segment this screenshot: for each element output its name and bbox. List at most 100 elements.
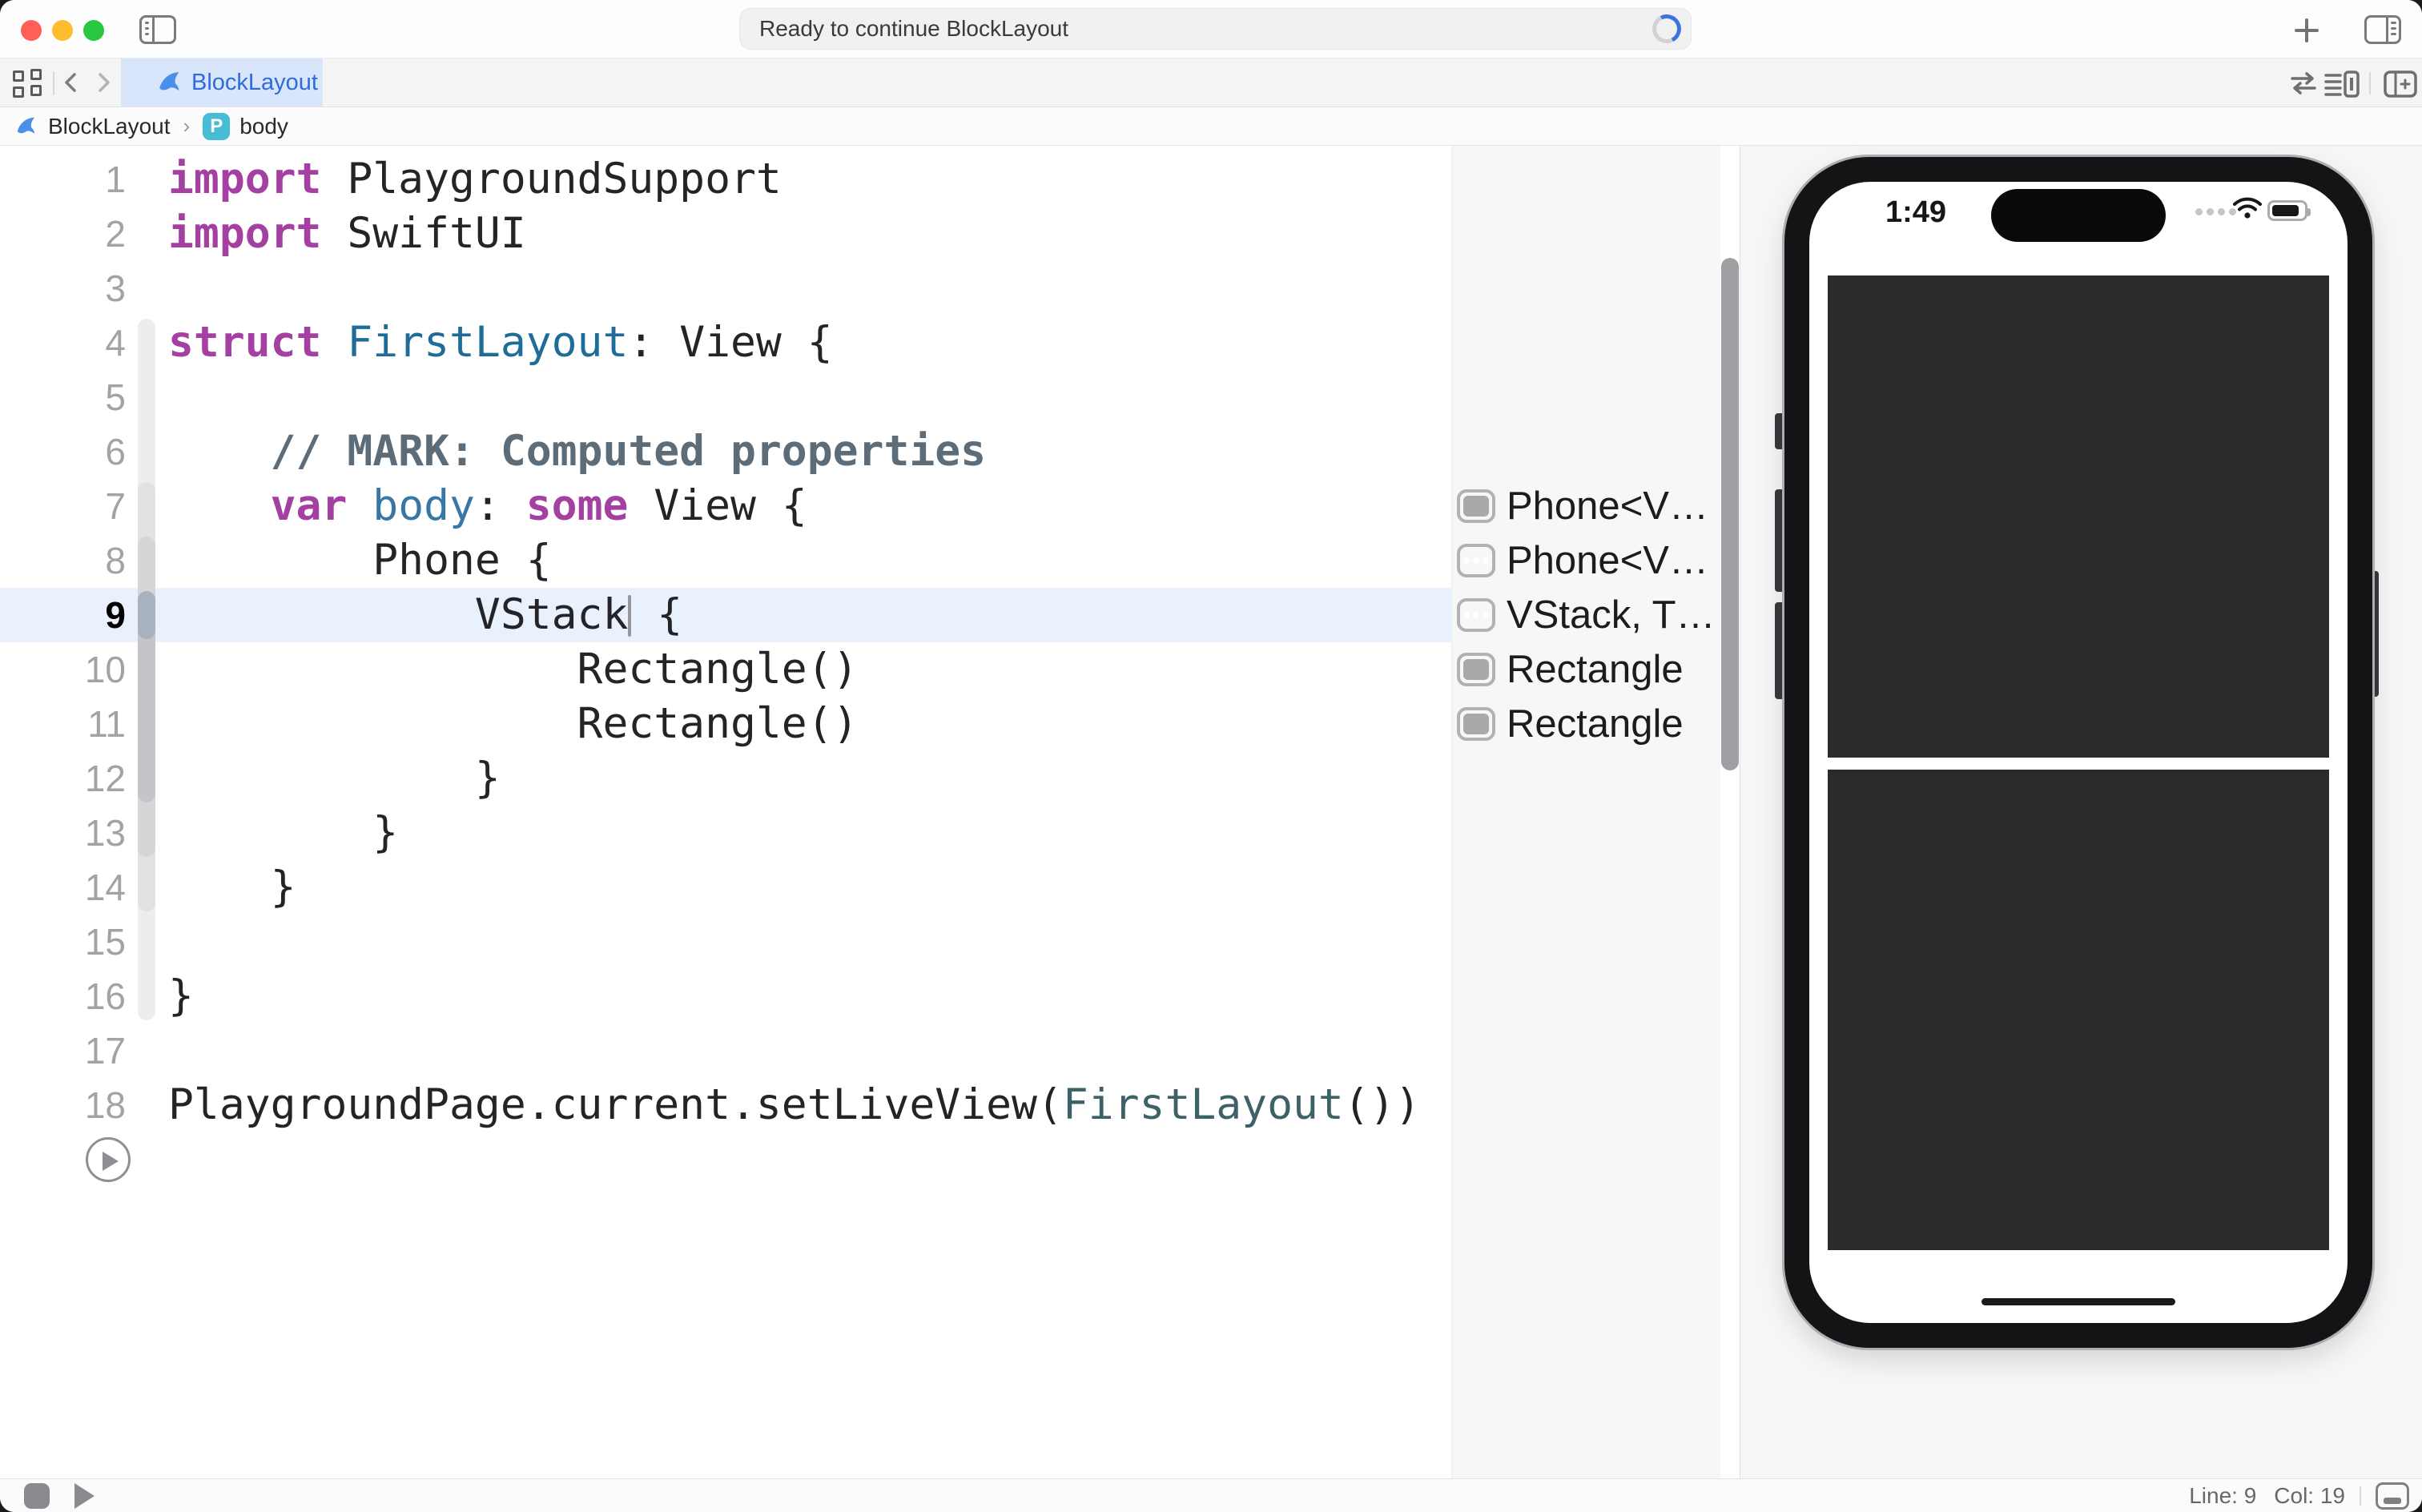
jump-bar: BlockLayout › P body — [0, 107, 2422, 146]
breadcrumb-file[interactable]: BlockLayout — [48, 114, 171, 139]
breadcrumb-separator: › — [183, 114, 191, 139]
iphone-frame: 1:49 — [1784, 157, 2372, 1348]
result-item[interactable]: Phone<V… — [1452, 479, 1720, 533]
minimize-window-button[interactable] — [52, 20, 73, 41]
run-button[interactable] — [72, 1482, 96, 1512]
rectangle-view-top — [1828, 275, 2329, 758]
code-line[interactable]: 4struct FirstLayout: View { — [0, 316, 1451, 370]
line-indicator: Line: 9 — [2189, 1483, 2256, 1509]
code-text: var body: some View { — [168, 479, 807, 533]
result-block-dots-icon — [1457, 544, 1495, 577]
property-badge: P — [203, 113, 230, 140]
show-all-playgrounds-icon[interactable] — [13, 69, 42, 98]
result-label: Phone<V… — [1507, 538, 1708, 583]
line-number: 6 — [0, 424, 126, 479]
code-text: // MARK: Computed properties — [168, 424, 986, 479]
code-line[interactable]: 10 Rectangle() — [0, 642, 1451, 697]
code-editor[interactable]: 1import PlaygroundSupport2import SwiftUI… — [0, 146, 1451, 1478]
code-text: PlaygroundPage.current.setLiveView(First… — [168, 1078, 1421, 1132]
live-view-panel: 1:49 — [1740, 146, 2422, 1478]
code-line[interactable]: 7 var body: some View { — [0, 479, 1451, 533]
home-indicator — [1981, 1298, 2175, 1305]
status-bar: Line: 9 Col: 19 — [0, 1478, 2422, 1512]
swift-file-icon — [14, 115, 38, 139]
code-line[interactable]: 2import SwiftUI — [0, 207, 1451, 261]
progress-spinner-icon — [1648, 10, 1684, 46]
rectangle-view-bottom — [1828, 770, 2329, 1250]
results-sidebar: Phone<V… Phone<V… VStack, T… Rectangle Recta… — [1451, 146, 1720, 1478]
code-line[interactable]: 5 — [0, 370, 1451, 424]
breadcrumb-symbol[interactable]: body — [239, 114, 288, 139]
tab-blocklayout[interactable]: BlockLayout — [121, 58, 323, 107]
result-item[interactable]: Phone<V… — [1452, 533, 1720, 588]
divider — [2360, 1486, 2361, 1506]
editor-scrollbar[interactable] — [1721, 258, 1739, 770]
editor-layout-icon[interactable] — [2324, 70, 2360, 102]
code-line[interactable]: 18PlaygroundPage.current.setLiveView(Fir… — [0, 1078, 1451, 1132]
tab-label: BlockLayout — [191, 70, 318, 96]
run-line-button[interactable] — [86, 1137, 131, 1182]
swap-editors-icon[interactable] — [2287, 70, 2319, 100]
code-line[interactable]: 3 — [0, 261, 1451, 316]
result-block-dots-icon — [1457, 598, 1495, 632]
code-text: Phone { — [168, 533, 552, 588]
line-number: 13 — [0, 806, 126, 860]
divider — [53, 71, 54, 95]
code-text: } — [168, 860, 296, 915]
code-line[interactable]: 12 } — [0, 751, 1451, 806]
line-number: 1 — [0, 152, 126, 207]
code-text: import SwiftUI — [168, 207, 526, 261]
line-number: 14 — [0, 860, 126, 915]
close-window-button[interactable] — [21, 20, 42, 41]
navigate-back-icon[interactable] — [61, 72, 82, 93]
line-number: 16 — [0, 969, 126, 1023]
line-number: 8 — [0, 533, 126, 588]
result-block-icon — [1457, 707, 1495, 741]
line-number: 5 — [0, 370, 126, 424]
line-number: 17 — [0, 1023, 126, 1078]
tab-strip: BlockLayout — [0, 58, 2422, 107]
cursor-position: Line: 9 Col: 19 — [2189, 1483, 2345, 1509]
result-item[interactable]: Rectangle — [1452, 642, 1720, 697]
code-line[interactable]: 1import PlaygroundSupport — [0, 152, 1451, 207]
iphone-screen: 1:49 — [1809, 182, 2348, 1323]
result-label: VStack, T… — [1507, 593, 1716, 637]
cellular-signal-icon — [2195, 208, 2236, 215]
result-item[interactable]: Rectangle — [1452, 697, 1720, 751]
line-number: 3 — [0, 261, 126, 316]
code-line[interactable]: 11 Rectangle() — [0, 697, 1451, 751]
toggle-console-icon[interactable] — [2376, 1482, 2409, 1510]
code-text: VStack { — [168, 588, 682, 642]
code-line[interactable]: 8 Phone { — [0, 533, 1451, 588]
toggle-sidebar-icon[interactable] — [139, 15, 176, 44]
code-line[interactable]: 14 } — [0, 860, 1451, 915]
toggle-right-panel-icon[interactable] — [2364, 15, 2401, 44]
code-text: } — [168, 806, 398, 860]
status-text: Ready to continue BlockLayout — [759, 9, 1068, 49]
status-bar-time: 1:49 — [1872, 193, 1960, 231]
playgrounds-window: Ready to continue BlockLayout BlockLayou… — [0, 0, 2422, 1512]
code-line[interactable]: 15 — [0, 915, 1451, 969]
stop-button[interactable] — [24, 1483, 50, 1509]
navigate-forward-icon[interactable] — [93, 72, 114, 93]
add-editor-icon[interactable] — [2384, 70, 2417, 102]
code-line[interactable]: 13 } — [0, 806, 1451, 860]
code-line[interactable]: 17 — [0, 1023, 1451, 1078]
code-text: } — [168, 751, 501, 806]
code-line[interactable]: 6 // MARK: Computed properties — [0, 424, 1451, 479]
code-text: Rectangle() — [168, 642, 859, 697]
battery-icon — [2267, 200, 2307, 221]
code-line[interactable]: 9 VStack { — [0, 588, 1451, 642]
line-number: 7 — [0, 479, 126, 533]
result-item[interactable]: VStack, T… — [1452, 588, 1720, 642]
code-text: struct FirstLayout: View { — [168, 316, 833, 370]
column-indicator: Col: 19 — [2274, 1483, 2345, 1509]
code-line[interactable]: 16} — [0, 969, 1451, 1023]
dynamic-island — [1991, 189, 2166, 242]
result-label: Rectangle — [1507, 702, 1684, 746]
activity-status-pill: Ready to continue BlockLayout — [739, 8, 1692, 50]
new-playground-button[interactable] — [2292, 16, 2321, 45]
code-text: Rectangle() — [168, 697, 859, 751]
zoom-window-button[interactable] — [83, 20, 104, 41]
result-block-icon — [1457, 653, 1495, 686]
